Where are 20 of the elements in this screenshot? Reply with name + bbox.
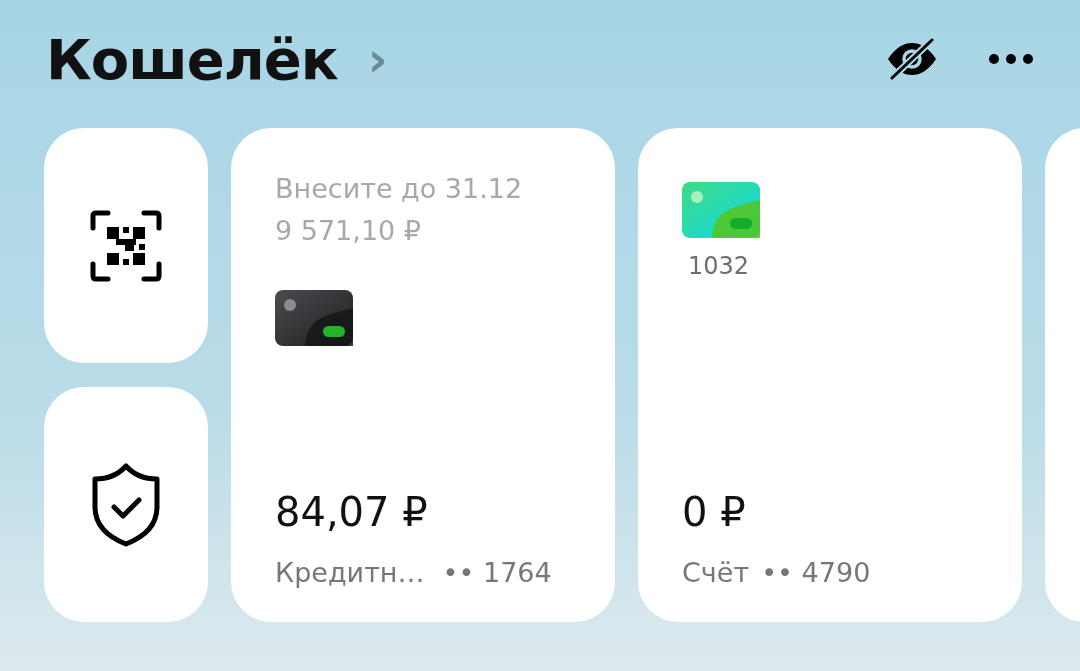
account-tile[interactable]: 1032 0 ₽ Счёт •• 4790 [638, 128, 1022, 622]
due-amount: 9 571,10 ₽ [275, 214, 422, 248]
credit-card-tile[interactable]: Внесите до 31.12 9 571,10 ₽ 84,07 ₽ Кредитн… •• 1764 [231, 128, 615, 622]
more-icon[interactable] [988, 53, 1034, 65]
account-name: Кредитн… [275, 557, 425, 588]
card-number: •• 1764 [442, 557, 552, 588]
qr-scan-button[interactable] [44, 128, 208, 363]
card-icon [275, 290, 353, 346]
security-button[interactable] [44, 387, 208, 622]
wallet-title[interactable]: Кошелёк [46, 26, 338, 92]
card-number: 1032 [688, 252, 751, 280]
balance-amount: 0 ₽ [682, 489, 747, 535]
shield-check-icon [92, 462, 160, 547]
account-name: Счёт [682, 557, 750, 588]
account-number: •• 4790 [761, 557, 871, 588]
hide-balance-icon[interactable] [886, 38, 938, 80]
balance-amount: 84,07 ₽ [275, 489, 429, 535]
payment-due-text: Внесите до 31.12 [275, 172, 524, 206]
card-icon [682, 182, 760, 238]
qr-scan-icon [90, 209, 162, 282]
